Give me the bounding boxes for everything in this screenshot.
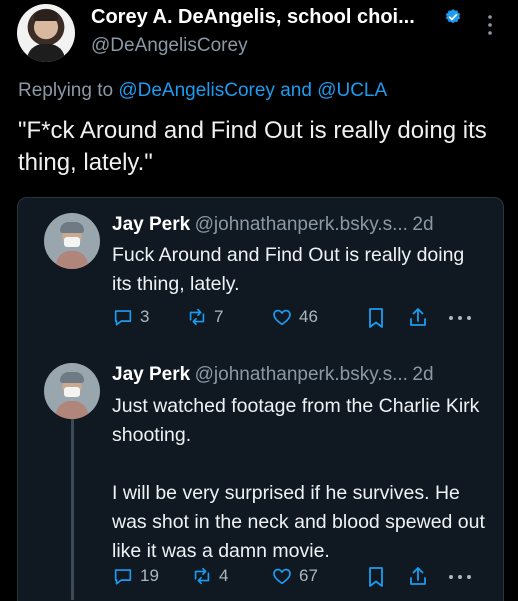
ellipsis-icon[interactable]: [448, 574, 472, 580]
heart-icon: [273, 309, 291, 326]
like-button[interactable]: 46: [271, 306, 318, 328]
mention-link[interactable]: @DeAngelisCorey: [118, 80, 275, 101]
thread-line: [71, 417, 74, 600]
reply-text: Just watched footage from the Charlie Ki…: [112, 395, 485, 562]
reply-bubble-icon: [114, 569, 132, 585]
bookmark-icon[interactable]: [366, 307, 386, 329]
repost-count: 4: [219, 566, 229, 585]
repost-icon: [194, 567, 210, 585]
reply-avatar[interactable]: [44, 213, 100, 269]
repost-count: 7: [214, 307, 224, 326]
reply-timestamp: 2d: [412, 364, 434, 385]
reply-author-handle[interactable]: @johnathanperk.bsky.s...: [195, 364, 408, 385]
mention-link[interactable]: @UCLA: [317, 80, 387, 101]
tweet-text: "F*ck Around and Find Out is really doin…: [18, 117, 487, 176]
repost-icon: [189, 308, 205, 326]
author-handle[interactable]: @DeAngelisCorey: [91, 35, 248, 57]
like-button[interactable]: 67: [271, 565, 318, 587]
share-icon[interactable]: [407, 565, 429, 587]
reply-author-handle[interactable]: @johnathanperk.bsky.s...: [195, 214, 408, 235]
ellipsis-icon[interactable]: [448, 315, 472, 321]
reply-button[interactable]: 3: [112, 306, 149, 328]
replying-to: Replying to @DeAngelisCorey and @UCLA: [18, 80, 387, 102]
author-avatar[interactable]: [17, 4, 75, 62]
more-vertical-icon[interactable]: [486, 14, 494, 36]
author-name[interactable]: Corey A. DeAngelis, school choi...: [91, 6, 415, 29]
reply-count: 3: [140, 307, 150, 326]
reply-author-name[interactable]: Jay Perk: [112, 214, 190, 235]
reply-bubble-icon: [114, 310, 132, 326]
replying-conjunction: and: [280, 80, 312, 101]
repost-button[interactable]: 4: [191, 565, 228, 587]
reply-count: 19: [140, 566, 159, 585]
heart-icon: [273, 568, 291, 585]
reply-text: Fuck Around and Find Out is really doing…: [112, 244, 465, 295]
reply-header: Jay Perk @johnathanperk.bsky.s... 2d: [112, 364, 434, 386]
replying-prefix: Replying to: [18, 80, 114, 101]
reply-author-name[interactable]: Jay Perk: [112, 364, 190, 385]
reply-avatar[interactable]: [44, 363, 100, 419]
share-icon[interactable]: [407, 306, 429, 328]
bookmark-icon[interactable]: [366, 566, 386, 588]
reply-button[interactable]: 19: [112, 565, 159, 587]
like-count: 46: [299, 307, 318, 326]
verified-badge-icon: [445, 9, 461, 24]
reply-header: Jay Perk @johnathanperk.bsky.s... 2d: [112, 214, 434, 236]
like-count: 67: [299, 566, 318, 585]
reply-timestamp: 2d: [412, 214, 434, 235]
repost-button[interactable]: 7: [186, 306, 223, 328]
